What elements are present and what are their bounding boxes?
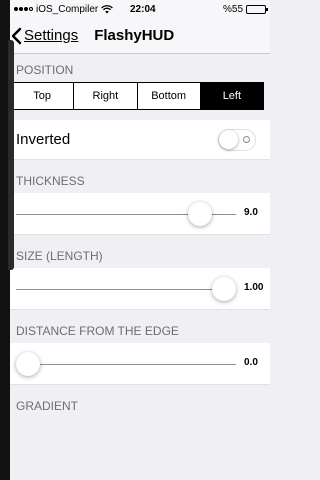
signal-icon: [14, 7, 33, 11]
back-label: Settings: [24, 27, 79, 44]
distance-value: 0.0: [244, 357, 258, 368]
inverted-toggle[interactable]: [218, 128, 256, 151]
segment-right[interactable]: Right: [73, 83, 136, 109]
switch-off-indicator: [243, 135, 250, 143]
navigation-bar: Settings FlashyHUD: [10, 18, 270, 54]
status-bar-right: %55: [222, 3, 268, 15]
wifi-icon: [101, 4, 114, 13]
distance-row: 0.0: [10, 343, 270, 385]
inverted-label: Inverted: [16, 131, 71, 148]
thickness-header: THICKNESS: [16, 174, 85, 188]
carrier-label: iOS_Compiler: [36, 3, 99, 15]
distance-header: DISTANCE FROM THE EDGE: [16, 324, 179, 338]
settings-list: POSITION Top Right Bottom Left Inverted …: [10, 54, 270, 418]
status-bar-left: iOS_Compiler: [14, 4, 124, 15]
size-row: 1.00: [10, 268, 270, 310]
edge-hud-indicator: [8, 40, 14, 270]
status-time: 22:04: [130, 3, 156, 15]
segment-left[interactable]: Left: [199, 83, 263, 109]
position-segmented-control[interactable]: Top Right Bottom Left: [10, 82, 264, 110]
size-header: SIZE (LENGTH): [16, 249, 103, 263]
inverted-row: Inverted: [10, 120, 270, 160]
size-value: 1.00: [244, 282, 264, 293]
size-slider-track[interactable]: [16, 289, 236, 290]
size-slider-thumb[interactable]: [212, 277, 236, 301]
segment-top[interactable]: Top: [11, 83, 73, 109]
position-header: POSITION: [16, 63, 74, 77]
battery-icon: [246, 4, 268, 14]
left-edge-overlay: [0, 0, 14, 480]
battery-percent: %55: [222, 3, 243, 15]
distance-slider-thumb[interactable]: [16, 352, 40, 376]
back-button[interactable]: Settings: [10, 27, 78, 45]
status-bar: iOS_Compiler 22:04 %55: [10, 0, 270, 18]
page-title: FlashyHUD: [94, 27, 175, 44]
thickness-row: 9.0: [10, 193, 270, 235]
thickness-slider-thumb[interactable]: [188, 202, 213, 226]
gradient-header: GRADIENT: [16, 399, 79, 413]
segment-bottom[interactable]: Bottom: [136, 83, 200, 109]
distance-slider-track[interactable]: [16, 364, 236, 365]
thickness-value: 9.0: [244, 207, 258, 218]
switch-knob: [219, 129, 238, 149]
